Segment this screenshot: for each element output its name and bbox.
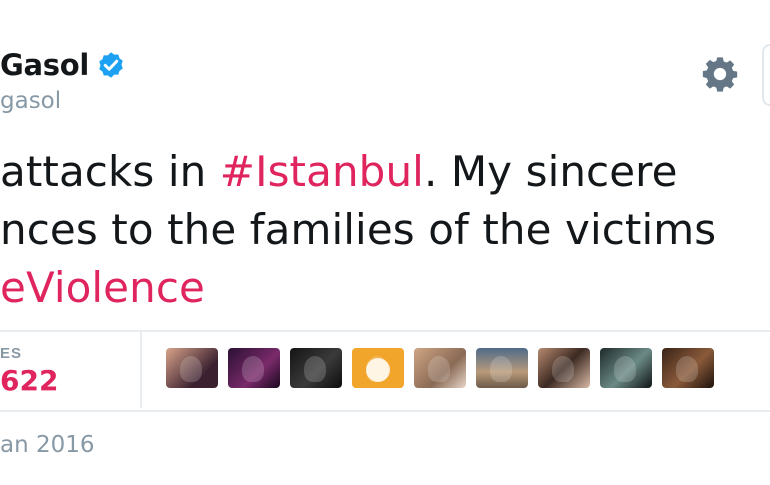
likes-label: ES: [0, 345, 23, 362]
hashtag-link[interactable]: eViolence: [0, 263, 205, 312]
follow-button[interactable]: [762, 44, 770, 106]
stats-bottom-divider: [0, 410, 770, 412]
liker-avatar[interactable]: [600, 348, 652, 388]
tweet-text: attacks in #Istanbul. My sincere nces to …: [0, 143, 716, 317]
tweet-text-line: eViolence: [0, 259, 716, 317]
stats-top-divider: [0, 330, 770, 332]
tweet-text-line: nces to the families of the victims: [0, 201, 716, 259]
tweet-text-segment: nces to the families of the victims: [0, 205, 717, 254]
user-handle[interactable]: gasol: [0, 88, 61, 114]
liker-avatars: [166, 348, 714, 388]
stats-vertical-divider: [140, 332, 142, 408]
verified-badge-icon: [99, 52, 123, 78]
liker-avatar[interactable]: [414, 348, 466, 388]
liker-avatar[interactable]: [290, 348, 342, 388]
tweet-text-segment: attacks in: [0, 147, 220, 196]
tweet-date[interactable]: an 2016: [0, 432, 95, 458]
liker-avatar[interactable]: [538, 348, 590, 388]
liker-avatar[interactable]: [662, 348, 714, 388]
tweet-text-segment: . My sincere: [423, 147, 678, 196]
author-header[interactable]: Gasol: [0, 48, 126, 82]
tweet-text-line: attacks in #Istanbul. My sincere: [0, 143, 716, 201]
display-name[interactable]: Gasol: [0, 48, 89, 82]
likes-count[interactable]: 622: [0, 364, 58, 397]
hashtag-link[interactable]: #Istanbul: [220, 147, 424, 196]
liker-avatar[interactable]: [166, 348, 218, 388]
tweet-card: Gasol gasol attacks in #Istanbul. My sin…: [0, 0, 770, 485]
liker-avatar[interactable]: [476, 348, 528, 388]
liker-avatar[interactable]: [352, 348, 404, 388]
gear-icon[interactable]: [700, 54, 740, 94]
liker-avatar[interactable]: [228, 348, 280, 388]
